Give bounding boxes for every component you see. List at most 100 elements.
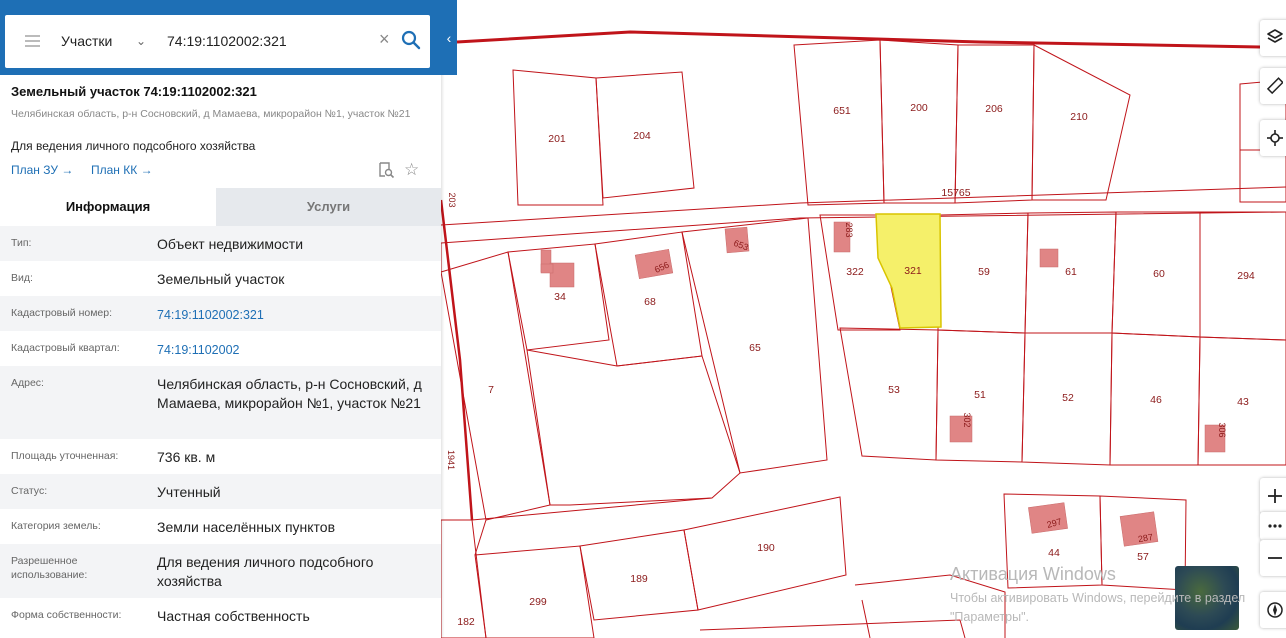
parcel-bottom-strip-2 — [861, 599, 871, 638]
info-value: Челябинская область, р-н Сосновский, д М… — [157, 376, 422, 411]
info-row: Категория земель: Земли населённых пункт… — [0, 509, 441, 544]
parcel-190 — [683, 496, 847, 611]
parcel-52 — [1021, 332, 1113, 466]
info-row: Разрешенное использование: Для ведения л… — [0, 544, 441, 598]
info-key: Вид: — [11, 272, 33, 284]
info-row: Вид: Земельный участок — [0, 261, 441, 296]
tab-services[interactable]: Услуги — [216, 188, 441, 226]
info-key: Форма собственности: — [11, 609, 122, 621]
plus-icon — [1268, 489, 1282, 503]
info-row: Площадь уточненная: 736 кв. м — [0, 439, 441, 474]
parcel-7 — [440, 251, 551, 521]
parcel-189 — [579, 529, 699, 621]
parcel-34 — [507, 243, 610, 351]
ruler-icon — [1267, 77, 1283, 95]
info-value: Учтенный — [157, 484, 221, 500]
more-button[interactable] — [1260, 512, 1286, 540]
measure-button[interactable] — [1260, 68, 1286, 104]
info-key: Кадастровый номер: — [11, 307, 113, 319]
search-box: Участки ⌄ × — [5, 15, 430, 68]
windows-activation-title: Активация Windows — [950, 564, 1116, 584]
info-key: Разрешенное использование: — [11, 555, 88, 581]
building-302 — [949, 415, 973, 443]
zoom-in-button[interactable] — [1260, 478, 1286, 514]
panel-tabs: Информация Услуги — [0, 188, 441, 226]
info-row: Адрес: Челябинская область, р-н Сосновск… — [0, 366, 441, 439]
info-value: 736 кв. м — [157, 449, 216, 465]
building-287 — [1119, 511, 1159, 547]
building-306 — [1204, 424, 1226, 453]
info-table: Тип: Объект недвижимости Вид: Земельный … — [0, 226, 441, 638]
info-panel: Участки ⌄ × ‹ Земельный участок 74:19:11… — [0, 0, 457, 638]
parcel-651 — [793, 39, 885, 206]
info-key: Кадастровый квартал: — [11, 342, 120, 354]
cadastral-number-link[interactable]: 74:19:1102002:321 — [157, 306, 432, 325]
building-297 — [1028, 502, 1068, 534]
parcel-53 — [839, 327, 939, 461]
parcel-topright-2 — [1239, 149, 1286, 203]
parcel-mid-a — [526, 349, 741, 506]
parcel-51 — [935, 329, 1026, 463]
parcel-address: Челябинская область, р-н Сосновский, д М… — [11, 108, 411, 120]
parcel-left-strip — [474, 519, 487, 556]
layer-select[interactable]: Участки — [61, 33, 112, 49]
plan-zu-link[interactable]: План ЗУ → — [11, 163, 73, 177]
search-bar: Участки ⌄ × ‹ — [0, 0, 457, 75]
info-key: Площадь уточненная: — [11, 450, 119, 462]
parcel-210 — [1031, 44, 1131, 201]
chevron-down-icon[interactable]: ⌄ — [136, 34, 146, 48]
crosshair-icon — [1267, 130, 1283, 146]
parcel-61 — [1024, 211, 1117, 334]
info-row: Статус: Учтенный — [0, 474, 441, 509]
parcel-200 — [879, 39, 959, 204]
info-value: Для ведения личного подсобного хозяйства — [157, 554, 374, 589]
parcel-59 — [937, 212, 1029, 334]
building-34-b — [549, 262, 575, 288]
document-search-icon[interactable] — [377, 161, 395, 179]
parcel-68 — [594, 231, 703, 367]
cadastral-quarter-link[interactable]: 74:19:1102002 — [157, 341, 432, 360]
clear-icon[interactable]: × — [379, 29, 390, 50]
parcel-65 — [681, 217, 828, 474]
search-icon[interactable] — [401, 30, 421, 50]
parcel-bottom-line — [471, 497, 713, 521]
parcel-bottom-strip-3 — [699, 619, 966, 638]
search-input[interactable] — [167, 27, 367, 55]
building-653 — [724, 226, 750, 254]
parcel-201 — [512, 69, 604, 206]
info-row: Кадастровый квартал: 74:19:1102002 — [0, 331, 441, 366]
parcel-206 — [954, 44, 1035, 204]
tab-info[interactable]: Информация — [0, 188, 216, 226]
info-value: Земли населённых пунктов — [157, 519, 336, 535]
locate-button[interactable] — [1260, 120, 1286, 156]
info-key: Категория земель: — [11, 520, 101, 532]
windows-activation-text: Чтобы активировать Windows, перейдите в … — [950, 591, 1246, 624]
layers-icon — [1267, 29, 1283, 43]
selected-parcel-321 — [875, 213, 942, 329]
district-boundary-top — [456, 30, 1261, 49]
layers-button[interactable] — [1260, 20, 1286, 56]
info-value: Земельный участок — [157, 271, 285, 287]
building-656 — [634, 248, 674, 280]
parcel-title: Земельный участок 74:19:1102002:321 — [11, 84, 257, 99]
road-edge-south — [440, 211, 1286, 244]
star-icon[interactable]: ☆ — [404, 160, 419, 180]
building-61 — [1039, 248, 1059, 268]
parcel-46 — [1109, 332, 1201, 466]
zoom-out-button[interactable] — [1260, 540, 1286, 576]
info-row: Тип: Объект недвижимости — [0, 226, 441, 261]
building-283 — [833, 221, 851, 253]
plan-kk-link[interactable]: План КК → — [91, 163, 153, 177]
dots-icon — [1268, 524, 1282, 528]
minus-icon — [1268, 557, 1282, 559]
info-key: Статус: — [11, 485, 48, 497]
parcel-60 — [1111, 211, 1201, 338]
parcel-299 — [474, 545, 595, 638]
collapse-panel-icon[interactable]: ‹ — [441, 30, 457, 50]
parcel-purpose: Для ведения личного подсобного хозяйства — [11, 139, 256, 153]
parcel-294 — [1199, 211, 1286, 341]
parcel-204 — [595, 71, 695, 199]
parcel-182 — [440, 519, 487, 638]
menu-icon[interactable] — [25, 35, 40, 47]
info-value: Частная собственность — [157, 608, 310, 624]
